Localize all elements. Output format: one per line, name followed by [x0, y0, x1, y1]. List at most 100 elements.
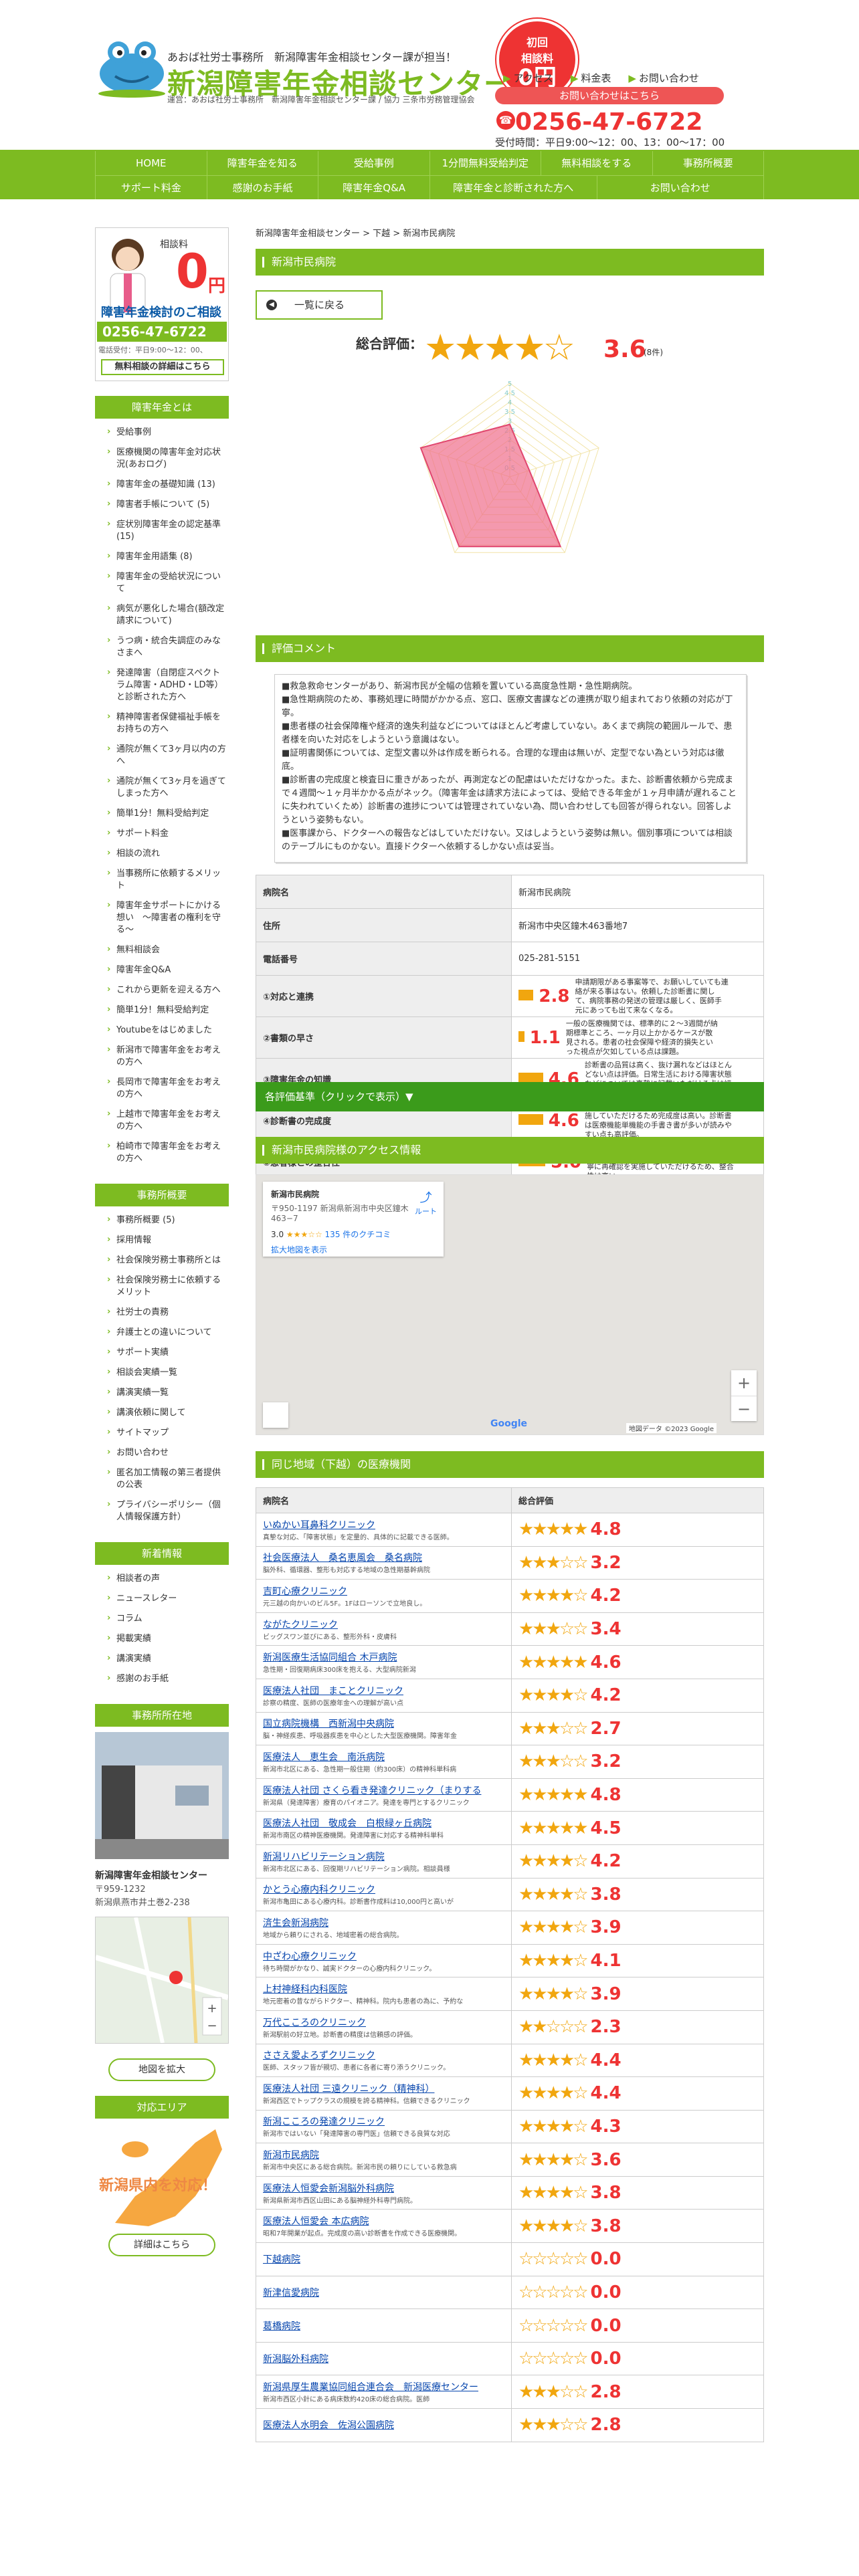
sidebar-office-item[interactable]: 社労士の責務 [107, 1303, 229, 1323]
hospital-link[interactable]: 新潟こころの発達クリニック [263, 2115, 504, 2128]
sidebar-office-item[interactable]: 事務所概要 (5) [107, 1210, 229, 1230]
hospital-link[interactable]: 医療法人恒愛会新潟脳外科病院 [263, 2181, 504, 2195]
sidebar-about-item[interactable]: 障害者手帳について (5) [107, 495, 229, 515]
top-link-contact[interactable]: ▶ お問い合わせ [628, 71, 699, 85]
hospital-link[interactable]: 医療法人社団 さくら看き発達クリニック（まりする [263, 1784, 504, 1797]
sidebar-about-item[interactable]: 病気が悪化した場合(額改定請求について) [107, 599, 229, 631]
sidebar-office-item[interactable]: 社会保険労務士に依頼するメリット [107, 1271, 229, 1303]
sidebar-news-item[interactable]: 掲載実績 [107, 1629, 229, 1649]
sidebar-about-item[interactable]: 無料相談会 [107, 940, 229, 960]
hospital-link[interactable]: 吉町心療クリニック [263, 1584, 504, 1598]
hospital-link[interactable]: 新潟リハビリテーション病院 [263, 1850, 504, 1863]
promo-phone[interactable]: 0256-47-6722 [97, 322, 227, 342]
sidebar-about-item[interactable]: サポート料金 [107, 824, 229, 844]
map-enlarge-link[interactable]: 拡大地図を表示 [271, 1244, 436, 1255]
google-map[interactable]: 新潟市民病院 〒950-1197 新潟県新潟市中央区鐘木463−7 3.0 ★★… [256, 1174, 764, 1435]
sidebar-news-item[interactable]: ニュースレター [107, 1589, 229, 1609]
hospital-link[interactable]: 医療法人社団 三遠クリニック（精神科） [263, 2082, 504, 2095]
hospital-link[interactable]: いぬかい耳鼻科クリニック [263, 1518, 504, 1531]
hospital-link[interactable]: 新津信愛病院 [263, 2286, 504, 2299]
promo-detail-button[interactable]: 無料相談の詳細はこちら [101, 359, 224, 375]
sidebar-office-item[interactable]: 講演実績一覧 [107, 1383, 229, 1403]
sidebar-news-item[interactable]: 相談者の声 [107, 1569, 229, 1589]
contact-button[interactable]: お問い合わせはこちら [495, 87, 724, 104]
sidebar-office-item[interactable]: 採用情報 [107, 1230, 229, 1251]
sidebar-about-item[interactable]: うつ病・統合失調症のみなさまへ [107, 631, 229, 663]
nav-fee[interactable]: サポート料金 [95, 176, 207, 199]
hospital-link[interactable]: 医療法人水明会 佐潟公園病院 [263, 2418, 504, 2432]
sidebar-about-item[interactable]: 障害年金の基礎知識 (13) [107, 475, 229, 495]
hospital-link[interactable]: 下越病院 [263, 2252, 504, 2266]
sidebar-about-item[interactable]: これから更新を迎える方へ [107, 980, 229, 1000]
map-directions-button[interactable]: ⤴ ルート [415, 1188, 437, 1216]
sidebar-about-item[interactable]: 簡単1分！無料受給判定 [107, 804, 229, 824]
hospital-link[interactable]: 新潟市民病院 [263, 2148, 504, 2161]
sidebar-office-item[interactable]: 講演依頼に関して [107, 1403, 229, 1423]
zoom-out-icon[interactable]: − [731, 1396, 757, 1421]
top-link-price[interactable]: ▶ 料金表 [571, 71, 611, 85]
sidebar-about-item[interactable]: 障害年金Q&A [107, 960, 229, 980]
nav-contact[interactable]: お問い合わせ [597, 176, 765, 199]
hospital-link[interactable]: 新潟医療生活協同組合 木戸病院 [263, 1650, 504, 1664]
sidebar-about-item[interactable]: 症状別障害年金の認定基準 (15) [107, 515, 229, 547]
sidebar-office-item[interactable]: プライバシーポリシー（個人情報保護方針） [107, 1495, 229, 1527]
back-to-list-button[interactable]: ◀ 一覧に戻る [256, 290, 383, 320]
hospital-link[interactable]: 新潟県厚生農業協同組合連合会 新潟医療センター [263, 2380, 504, 2393]
nav-diagnosed[interactable]: 障害年金と診断された方へ [430, 176, 597, 199]
sidebar-news-item[interactable]: コラム [107, 1609, 229, 1629]
hospital-link[interactable]: かとう心療内科クリニック [263, 1883, 504, 1896]
sidebar-office-item[interactable]: お問い合わせ [107, 1443, 229, 1463]
breadcrumb[interactable]: 新潟障害年金相談センター > 下越 > 新潟市民病院 [256, 226, 764, 239]
fullscreen-icon[interactable] [263, 1402, 288, 1428]
sidebar-office-item[interactable]: サイトマップ [107, 1423, 229, 1443]
sidebar-office-item[interactable]: サポート実績 [107, 1343, 229, 1363]
hospital-link[interactable]: 医療法人社団 まことクリニック [263, 1684, 504, 1697]
sidebar-about-item[interactable]: 障害年金用語集 (8) [107, 547, 229, 567]
sidebar-about-item[interactable]: 医療機関の障害年金対応状況(あおログ) [107, 443, 229, 475]
nav-letters[interactable]: 感謝のお手紙 [207, 176, 319, 199]
sidebar-about-item[interactable]: 新潟市で障害年金をお考えの方へ [107, 1041, 229, 1073]
hospital-link[interactable]: 医療法人 恵生会 南浜病院 [263, 1750, 504, 1763]
sidebar-about-item[interactable]: 当事務所に依頼するメリット [107, 864, 229, 896]
sidebar-about-item[interactable]: 通院が無くて3ヶ月を過ぎてしまった方へ [107, 772, 229, 804]
hospital-link[interactable]: 社会医療法人 桑名恵風会 桑名病院 [263, 1551, 504, 1564]
sidebar-about-item[interactable]: 通院が無くて3ヶ月以内の方へ [107, 740, 229, 772]
office-map[interactable]: + − [94, 1917, 229, 2044]
hospital-link[interactable]: 医療法人恒愛会 本広病院 [263, 2214, 504, 2228]
top-link-access[interactable]: ▶ アクセス [503, 71, 553, 85]
sidebar-office-item[interactable]: 社会保険労務士事務所とは [107, 1251, 229, 1271]
nav-consult[interactable]: 無料相談をする [541, 151, 653, 175]
consult-promo[interactable]: 相談料 0 円 障害年金検討のご相談 0256-47-6722 電話受付：平日9… [95, 227, 229, 381]
hospital-link[interactable]: 上村神経科内科医院 [263, 1982, 504, 1996]
sidebar-office-item[interactable]: 匿名加工情報の第三者提供の公表 [107, 1463, 229, 1495]
hospital-link[interactable]: 国立病院機構 西新潟中央病院 [263, 1717, 504, 1730]
nav-check[interactable]: 1分間無料受給判定 [430, 151, 541, 175]
hospital-link[interactable]: 医療法人社団 敬成会 白根緑ヶ丘病院 [263, 1816, 504, 1830]
hospital-link[interactable]: 中ざわ心療クリニック [263, 1949, 504, 1963]
hospital-link[interactable]: 済生会新潟病院 [263, 1916, 504, 1929]
sidebar-about-item[interactable]: 障害年金の受給状況について [107, 567, 229, 599]
map-reviews-link[interactable]: 135 件のクチコミ [325, 1230, 391, 1239]
sidebar-about-item[interactable]: 相談の流れ [107, 844, 229, 864]
sidebar-office-item[interactable]: 弁護士との違いについて [107, 1323, 229, 1343]
sidebar-about-item[interactable]: 受給事例 [107, 423, 229, 443]
nav-cases[interactable]: 受給事例 [318, 151, 430, 175]
sidebar-news-item[interactable]: 感謝のお手紙 [107, 1669, 229, 1689]
map-enlarge-button[interactable]: 地図を拡大 [108, 2058, 215, 2081]
nav-about[interactable]: 障害年金を知る [207, 151, 318, 175]
sidebar-office-item[interactable]: 相談会実績一覧 [107, 1363, 229, 1383]
sidebar-about-item[interactable]: 柏崎市で障害年金をお考えの方へ [107, 1137, 229, 1169]
sidebar-news-item[interactable]: 講演実績 [107, 1649, 229, 1669]
sidebar-about-item[interactable]: 長岡市で障害年金をお考えの方へ [107, 1073, 229, 1105]
sidebar-about-item[interactable]: 障害年金サポートにかける想い ～障害者の権利を守る～ [107, 896, 229, 940]
hospital-link[interactable]: 万代こころのクリニック [263, 2016, 504, 2029]
hospital-link[interactable]: 新潟脳外科病院 [263, 2352, 504, 2365]
header-phone[interactable]: 0256-47-6722 [515, 108, 702, 136]
area-detail-button[interactable]: 詳細はこちら [108, 2234, 215, 2256]
criteria-accordion[interactable]: 各評価基準（クリックで表示）▼ [256, 1082, 764, 1111]
hospital-link[interactable]: 葛橋病院 [263, 2319, 504, 2333]
hospital-link[interactable]: ながたクリニック [263, 1618, 504, 1631]
sidebar-about-item[interactable]: 簡単1分！無料受給判定 [107, 1000, 229, 1021]
sidebar-about-item[interactable]: 発達障害（自閉症スペクトラム障害・ADHD・LD等）と診断された方へ [107, 663, 229, 708]
sidebar-about-item[interactable]: Youtubeをはじめました [107, 1021, 229, 1041]
